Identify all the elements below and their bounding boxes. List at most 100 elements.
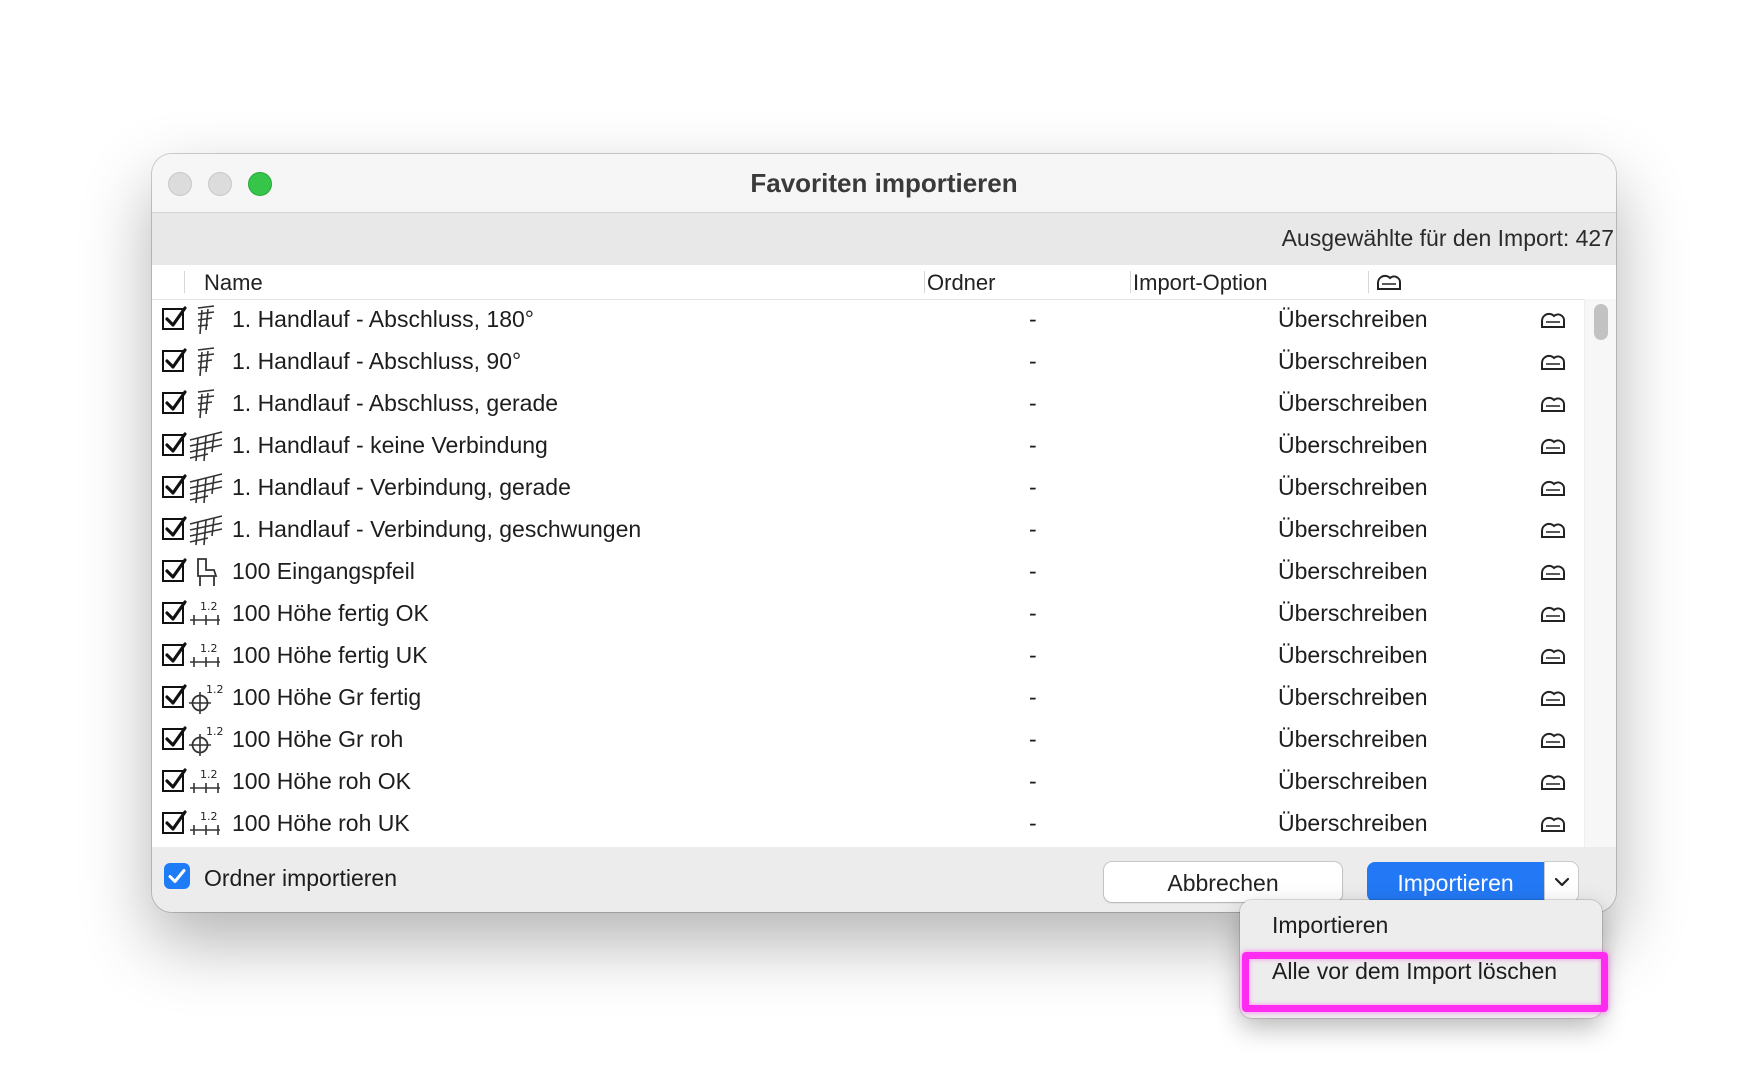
cloud-icon (1538, 729, 1568, 756)
table-row[interactable]: 1. Handlauf - Abschluss, gerade - Überschr… (152, 383, 1584, 425)
row-import-option[interactable]: Überschreiben (1278, 348, 1428, 375)
cloud-icon (1538, 309, 1568, 336)
railing-end-icon (188, 388, 224, 420)
row-name: 1. Handlauf - Abschluss, 90° (232, 348, 522, 374)
row-folder: - (1029, 726, 1037, 752)
crosshair-level-icon: 1.2 (188, 682, 224, 714)
cloud-icon (1538, 561, 1568, 588)
row-folder: - (1029, 348, 1037, 374)
row-name: 100 Höhe fertig UK (232, 642, 428, 668)
menu-item-import[interactable]: Importieren (1272, 912, 1388, 939)
chevron-down-icon (1554, 877, 1570, 887)
cloud-column-header-icon[interactable] (1374, 272, 1404, 298)
import-button[interactable]: Importieren (1367, 862, 1544, 902)
row-name: 1. Handlauf - Verbindung, gerade (232, 474, 571, 500)
folder-import-label[interactable]: Ordner importieren (204, 865, 397, 892)
row-checkbox[interactable] (162, 726, 187, 750)
column-header-import-option[interactable]: Import-Option (1133, 270, 1268, 296)
cloud-icon (1538, 519, 1568, 546)
column-separator (1130, 271, 1131, 293)
row-import-option[interactable]: Überschreiben (1278, 390, 1428, 417)
row-folder: - (1029, 684, 1037, 710)
table-row[interactable]: 1. Handlauf - keine Verbindung - Überschre… (152, 425, 1584, 467)
row-checkbox[interactable] (162, 432, 187, 456)
table-row[interactable]: 1.2 100 Höhe fertig UK - Überschreiben (152, 635, 1584, 677)
cloud-icon (1538, 771, 1568, 798)
row-folder: - (1029, 390, 1037, 416)
svg-text:1.2: 1.2 (206, 725, 224, 738)
row-import-option[interactable]: Überschreiben (1278, 516, 1428, 543)
row-import-option[interactable]: Überschreiben (1278, 684, 1428, 711)
level-dimension-icon: 1.2 (188, 808, 224, 840)
table-row[interactable]: 1. Handlauf - Verbindung, geschwungen - Üb… (152, 509, 1584, 551)
row-checkbox[interactable] (162, 516, 187, 540)
crosshair-level-icon: 1.2 (188, 724, 224, 756)
column-separator (924, 271, 925, 293)
table-row[interactable]: 1.2 100 Höhe fertig OK - Überschreiben (152, 593, 1584, 635)
row-import-option[interactable]: Überschreiben (1278, 558, 1428, 585)
row-import-option[interactable]: Überschreiben (1278, 600, 1428, 627)
level-dimension-icon: 1.2 (188, 598, 224, 630)
column-separator (1368, 271, 1369, 293)
row-import-option[interactable]: Überschreiben (1278, 642, 1428, 669)
scroll-thumb[interactable] (1594, 304, 1608, 340)
table-row[interactable]: 1.2 100 Höhe roh UK - Überschreiben (152, 803, 1584, 845)
table-row[interactable]: 1. Handlauf - Abschluss, 180° - Überschrei… (152, 299, 1584, 341)
cloud-icon (1538, 813, 1568, 840)
row-import-option[interactable]: Überschreiben (1278, 432, 1428, 459)
svg-text:1.2: 1.2 (200, 600, 218, 613)
railing-connection-icon (188, 430, 224, 462)
column-header-folder[interactable]: Ordner (927, 270, 995, 296)
row-name: 100 Höhe fertig OK (232, 600, 429, 626)
row-name: 1. Handlauf - Abschluss, 180° (232, 306, 534, 332)
table-row[interactable]: 1.2 100 Höhe Gr roh - Überschreiben (152, 719, 1584, 761)
row-checkbox[interactable] (162, 348, 187, 372)
svg-text:1.2: 1.2 (200, 768, 218, 781)
row-name: 1. Handlauf - Abschluss, gerade (232, 390, 559, 416)
import-options-dropdown-button[interactable] (1545, 862, 1578, 902)
folder-import-checkbox[interactable] (164, 863, 190, 889)
table-row[interactable]: 1.2 100 Höhe Gr fertig - Überschreiben (152, 677, 1584, 719)
row-folder: - (1029, 306, 1037, 332)
cloud-icon (1538, 351, 1568, 378)
table-row[interactable]: 1. Handlauf - Abschluss, 90° - Überschreib… (152, 341, 1584, 383)
row-checkbox[interactable] (162, 390, 187, 414)
row-name: 100 Eingangspfeil (232, 558, 415, 584)
level-dimension-icon: 1.2 (188, 640, 224, 672)
cloud-icon (1538, 645, 1568, 672)
row-checkbox[interactable] (162, 642, 187, 666)
row-folder: - (1029, 810, 1037, 836)
row-checkbox[interactable] (162, 306, 187, 330)
cancel-button[interactable]: Abbrechen (1104, 862, 1342, 902)
cloud-icon (1538, 435, 1568, 462)
row-folder: - (1029, 558, 1037, 584)
row-checkbox[interactable] (162, 558, 187, 582)
row-import-option[interactable]: Überschreiben (1278, 768, 1428, 795)
table-row[interactable]: 1.2 100 Höhe roh OK - Überschreiben (152, 761, 1584, 803)
table-row[interactable]: 1. Handlauf - Verbindung, gerade - Übersch… (152, 467, 1584, 509)
row-checkbox[interactable] (162, 768, 187, 792)
window-title: Favoriten importieren (750, 168, 1018, 198)
row-import-option[interactable]: Überschreiben (1278, 474, 1428, 501)
row-checkbox[interactable] (162, 684, 187, 708)
row-checkbox[interactable] (162, 600, 187, 624)
row-checkbox[interactable] (162, 810, 187, 834)
row-folder: - (1029, 432, 1037, 458)
railing-end-icon (188, 346, 224, 378)
row-folder: - (1029, 516, 1037, 542)
table-row[interactable]: 100 Eingangspfeil - Überschreiben (152, 551, 1584, 593)
railing-connection-icon (188, 514, 224, 546)
vertical-scrollbar[interactable] (1584, 299, 1616, 847)
chair-icon (188, 556, 224, 588)
row-import-option[interactable]: Überschreiben (1278, 810, 1428, 837)
row-checkbox[interactable] (162, 474, 187, 498)
favorites-table: Name Ordner Import-Option 1. Handlauf - … (152, 265, 1616, 847)
title-bar: Favoriten importieren (152, 154, 1616, 213)
row-import-option[interactable]: Überschreiben (1278, 726, 1428, 753)
level-dimension-icon: 1.2 (188, 766, 224, 798)
selected-count-label: Ausgewählte für den Import: 427 (1281, 225, 1614, 251)
row-import-option[interactable]: Überschreiben (1278, 306, 1428, 333)
svg-text:1.2: 1.2 (200, 642, 218, 655)
row-name: 100 Höhe roh UK (232, 810, 410, 836)
column-header-name[interactable]: Name (204, 270, 263, 296)
